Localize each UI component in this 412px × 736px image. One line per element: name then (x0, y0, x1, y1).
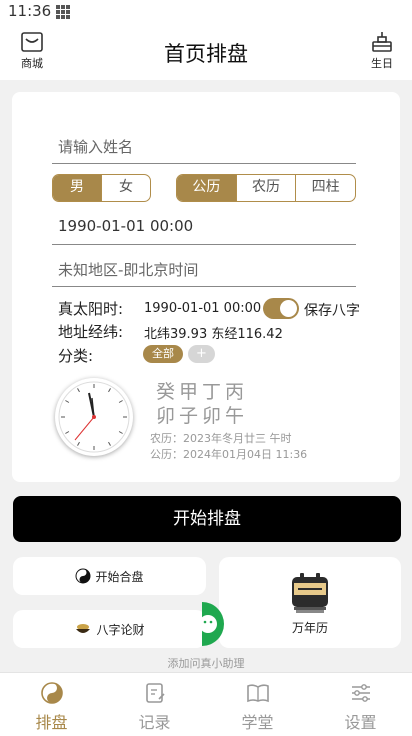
calendar-solar-option[interactable]: 公历 (177, 175, 237, 201)
calendar-icon (292, 573, 328, 613)
grid-status-icon (56, 5, 71, 19)
birthday-label: 生日 (371, 57, 393, 70)
tab-settings-label: 设置 (344, 713, 377, 732)
solar-time-value: 1990-01-01 00:00 (144, 301, 262, 316)
save-bazi-label: 保存八字 (304, 303, 360, 319)
tab-school[interactable]: 学堂 (206, 673, 309, 736)
bottom-tab-bar: 排盘 记录 学堂 设置 (0, 672, 412, 736)
lucai-label: 八字论财 (96, 622, 145, 637)
status-bar: 11:36 (0, 0, 412, 24)
bazi-stems: 癸甲丁丙 (156, 381, 249, 403)
start-chart-button[interactable]: 开始排盘 (13, 496, 401, 542)
clock-icon (58, 381, 130, 453)
status-time: 11:36 (8, 2, 52, 20)
location-input[interactable]: 未知地区-即北京时间 (52, 253, 356, 287)
coordinates-value: 北纬39.93 东经116.42 (144, 327, 283, 342)
lucai-button[interactable]: 八字论财 (13, 610, 206, 648)
hepan-label: 开始合盘 (95, 569, 144, 584)
name-input[interactable]: 请输入姓名 (52, 130, 356, 164)
save-bazi-toggle[interactable] (263, 298, 299, 319)
datetime-input[interactable]: 1990-01-01 00:00 (52, 211, 356, 245)
assistant-text: 添加问真小助理 (167, 657, 245, 670)
perpetual-calendar-label: 万年历 (291, 621, 328, 635)
calendar-lunar-option[interactable]: 农历 (237, 175, 297, 201)
bazi-branches: 卯子卯午 (156, 405, 249, 427)
sliders-icon (351, 684, 370, 702)
yinyang-tab-icon (40, 682, 63, 704)
tab-school-label: 学堂 (241, 713, 274, 732)
gender-female-option[interactable]: 女 (102, 175, 150, 201)
yinyang-icon (75, 568, 91, 584)
category-label: 分类: (58, 347, 94, 365)
tab-paipan[interactable]: 排盘 (0, 673, 103, 736)
coordinates-label: 地址经纬: (58, 323, 124, 341)
gender-male-option[interactable]: 男 (53, 175, 102, 201)
tab-records-label: 记录 (138, 713, 171, 732)
assistant-icon[interactable] (188, 600, 224, 648)
calendar-type-selector: 公历 农历 四柱 (176, 174, 356, 202)
page-title: 首页排盘 (164, 42, 248, 66)
tab-paipan-label: 排盘 (35, 713, 68, 732)
solar-time-label: 真太阳时: (58, 300, 124, 318)
edit-document-icon (145, 683, 165, 703)
book-icon (246, 684, 269, 703)
treasure-bowl-icon (76, 624, 91, 633)
tab-records[interactable]: 记录 (103, 673, 206, 736)
analog-clock (55, 378, 133, 456)
calendar-pillars-option[interactable]: 四柱 (296, 175, 355, 201)
category-add-chip[interactable]: + (188, 345, 215, 363)
app-header: 商城 首页排盘 生日 (0, 24, 412, 80)
tab-settings[interactable]: 设置 (309, 673, 412, 736)
perpetual-calendar-button[interactable]: 万年历 (219, 557, 401, 648)
category-all-chip[interactable]: 全部 (143, 345, 183, 363)
toggle-knob (280, 300, 297, 317)
cake-icon (372, 32, 392, 52)
lunar-date: 农历：2023年冬月廿三 午时 (150, 432, 292, 445)
birthday-button[interactable]: 生日 (362, 30, 402, 71)
solar-date: 公历：2024年01月04日 11:36 (150, 448, 308, 461)
hepan-button[interactable]: 开始合盘 (13, 557, 206, 595)
gender-selector: 男 女 (52, 174, 151, 202)
